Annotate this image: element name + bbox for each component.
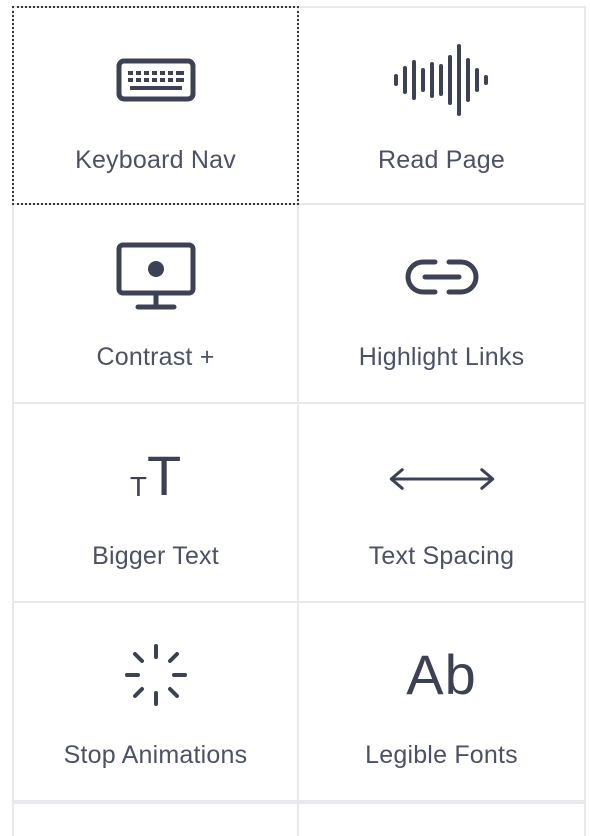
keyboard-nav-label: Keyboard Nav xyxy=(75,146,236,174)
next-row-partial xyxy=(12,802,586,836)
text-size-icon: T T xyxy=(101,436,211,516)
partial-tile-left[interactable] xyxy=(12,802,299,836)
partial-tile-right[interactable] xyxy=(299,802,586,836)
bigger-text-label: Bigger Text xyxy=(92,542,219,570)
double-arrow-icon xyxy=(387,436,497,516)
highlight-links-button[interactable]: Highlight Links xyxy=(299,205,586,404)
bigger-text-button[interactable]: T T Bigger Text xyxy=(12,404,299,603)
legible-fonts-label: Legible Fonts xyxy=(365,741,518,769)
legible-fonts-button[interactable]: Ab Legible Fonts xyxy=(299,603,586,802)
soundwave-icon xyxy=(387,40,497,120)
read-page-label: Read Page xyxy=(378,146,505,174)
font-ab-icon: Ab xyxy=(387,635,497,715)
keyboard-nav-button[interactable]: Keyboard Nav xyxy=(12,6,299,205)
accessibility-tools-grid: Keyboard Nav Read Page Contrast + Highli… xyxy=(12,6,586,802)
text-spacing-button[interactable]: Text Spacing xyxy=(299,404,586,603)
contrast-plus-button[interactable]: Contrast + xyxy=(12,205,299,404)
text-size-small-glyph: T xyxy=(129,471,147,502)
read-page-button[interactable]: Read Page xyxy=(299,6,586,205)
highlight-links-label: Highlight Links xyxy=(358,343,525,371)
contrast-plus-label: Contrast + xyxy=(96,343,215,371)
keyboard-icon xyxy=(101,40,211,120)
font-ab-glyph: Ab xyxy=(406,643,477,706)
text-spacing-label: Text Spacing xyxy=(368,542,515,570)
monitor-icon xyxy=(101,237,211,317)
stop-animations-button[interactable]: Stop Animations xyxy=(12,603,299,802)
text-size-big-glyph: T xyxy=(146,444,182,507)
stop-animations-label: Stop Animations xyxy=(63,741,248,769)
link-icon xyxy=(387,237,497,317)
loading-spinner-icon xyxy=(101,635,211,715)
